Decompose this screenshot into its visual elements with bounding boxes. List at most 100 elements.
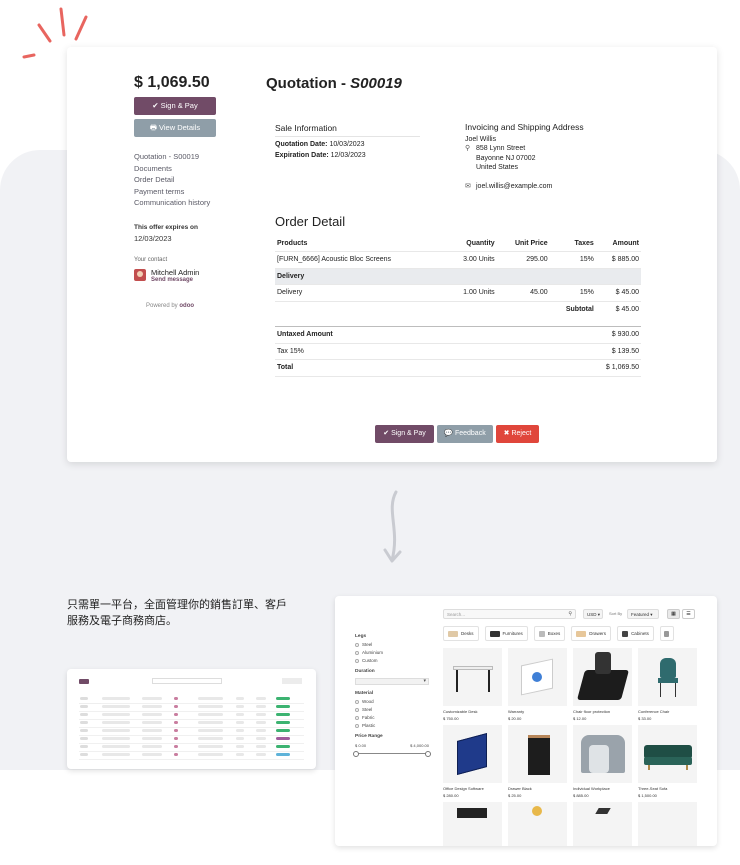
sale-information: Sale Information Quotation Date: 10/03/2… [275, 123, 420, 159]
contact-label: Your contact [134, 256, 168, 263]
sort-select[interactable]: Featured ▾ [627, 609, 659, 619]
quotation-card: $ 1,069.50 ✔ Sign & Pay 🖶 View Details Q… [67, 47, 717, 462]
filter-option[interactable]: Plastic [355, 723, 435, 728]
expiration-date-label: Expiration Date: [275, 152, 329, 159]
nav-quotation[interactable]: Quotation - S00019 [134, 151, 234, 163]
quotation-reference: S00019 [350, 75, 402, 92]
subtotal-row: Subtotal $ 45.00 [275, 301, 641, 318]
box-icon [538, 630, 545, 637]
promo-line-1: 只需單一平台，全面管理你的銷售訂單、客戶 [67, 598, 287, 611]
workplace-pod-image [573, 725, 632, 783]
nav-documents[interactable]: Documents [134, 163, 234, 175]
drawer-image [508, 725, 567, 783]
nav-payment-terms[interactable]: Payment terms [134, 186, 234, 198]
filter-option[interactable]: Custom [355, 658, 435, 663]
customer-name: Joel Willis [465, 135, 497, 143]
footer-sign-pay-button[interactable]: ✔ Sign & Pay [375, 425, 434, 443]
sign-pay-button[interactable]: ✔ Sign & Pay [134, 97, 216, 115]
radio-icon [355, 650, 359, 655]
category-cabinets[interactable]: Cabinets [617, 626, 654, 641]
filter-option[interactable]: Wood [355, 699, 435, 704]
filter-option[interactable]: Steel [355, 707, 435, 712]
table-row [79, 703, 304, 712]
promo-text: 只需單一平台，全面管理你的銷售訂單、客戶 服務及電子商務商店。 [67, 597, 317, 629]
avatar [134, 269, 146, 281]
product-card[interactable]: Office Design Software $ 280.00 [443, 725, 502, 798]
nav-order-detail[interactable]: Order Detail [134, 174, 234, 186]
section-row: Delivery [275, 268, 641, 285]
product-name: Office Design Software [443, 786, 484, 791]
send-message-link[interactable]: Send message [151, 277, 199, 283]
line-tax: 15% [549, 251, 596, 269]
shop-search-input[interactable]: Search... ⚲ [443, 609, 576, 619]
footer-sign-pay-label: Sign & Pay [391, 430, 426, 437]
quotation-date-row: Quotation Date: 10/03/2023 [275, 141, 420, 148]
header-amount: Amount [595, 235, 641, 252]
mini-toolbar [79, 679, 92, 684]
promo-line-2: 服務及電子商務商店。 [67, 614, 177, 627]
header-unit-price: Unit Price [496, 235, 550, 252]
sales-orders-thumbnail [67, 669, 316, 769]
product-image-partial [443, 802, 502, 846]
sign-pay-label: Sign & Pay [160, 101, 198, 110]
software-box-image [443, 725, 502, 783]
reject-button[interactable]: ✖ Reject [496, 425, 539, 443]
product-card[interactable]: Chair floor protection $ 12.00 [573, 648, 632, 721]
side-navigation: Quotation - S00019 Documents Order Detai… [134, 151, 234, 209]
nav-communication-history[interactable]: Communication history [134, 197, 234, 209]
product-card[interactable]: Warranty $ 20.00 [508, 648, 567, 721]
product-name: Three-Seat Sofa [638, 786, 668, 791]
line-amount: $ 45.00 [595, 284, 641, 302]
category-boxes[interactable]: Boxes [533, 626, 566, 641]
table-row [79, 727, 304, 736]
category-drawers[interactable]: Drawers [571, 626, 612, 641]
quotation-date: 10/03/2023 [329, 141, 365, 148]
price-range-slider[interactable] [353, 751, 431, 757]
product-card[interactable]: Customizable Desk $ 750.00 [443, 648, 502, 721]
mini-search-bar [152, 678, 222, 684]
product-card[interactable]: Conference Chair $ 33.00 [638, 648, 697, 721]
category-label: Furnitures [502, 631, 523, 636]
table-row [79, 735, 304, 744]
category-label: Desks [461, 631, 474, 636]
desk-image [443, 648, 502, 706]
currency-select[interactable]: USD ▾ [583, 609, 603, 619]
product-card[interactable]: Three-Seat Sofa $ 1,500.00 [638, 725, 697, 798]
view-details-button[interactable]: 🖶 View Details [134, 119, 216, 137]
line-amount: $ 885.00 [595, 251, 641, 269]
table-row [79, 743, 304, 752]
product-card[interactable] [508, 802, 567, 846]
header-quantity: Quantity [445, 235, 497, 252]
product-name: Individual Workplace [573, 786, 610, 791]
filter-option[interactable]: Fabric [355, 715, 435, 720]
action-buttons: ✔ Sign & Pay 💬 Feedback ✖ Reject [375, 425, 542, 443]
filter-option-label: Custom [362, 658, 378, 663]
product-card[interactable]: Drawer Black $ 25.00 [508, 725, 567, 798]
filter-option[interactable]: Steel [355, 642, 435, 647]
product-card[interactable] [573, 802, 632, 846]
product-name: Customizable Desk [443, 709, 478, 714]
list-view-button[interactable]: ☰ [682, 609, 695, 619]
grid-view-button[interactable]: ▦ [667, 609, 680, 619]
shop-filters: Legs Steel Aluminium Custom Duration Mat… [353, 628, 435, 757]
reject-label: Reject [511, 430, 532, 437]
product-price: $ 1,500.00 [638, 793, 657, 798]
total-label: Total [275, 359, 501, 377]
category-furnitures[interactable]: Furnitures [484, 626, 528, 641]
table-row [79, 695, 304, 704]
product-card[interactable] [638, 802, 697, 846]
untaxed-row: Untaxed Amount $ 930.00 [275, 326, 641, 344]
category-more[interactable] [659, 626, 674, 641]
cabinet-icon [622, 630, 629, 637]
address-line-1: 858 Lynn Street [476, 145, 526, 152]
product-card[interactable]: Individual Workplace $ 885.00 [573, 725, 632, 798]
filter-option[interactable]: Aluminium [355, 650, 435, 655]
contact: Mitchell Admin Send message [134, 268, 234, 283]
customer-email[interactable]: joel.willis@example.com [476, 182, 552, 192]
product-card[interactable] [443, 802, 502, 846]
table-row [79, 751, 304, 760]
untaxed-label: Untaxed Amount [275, 326, 501, 344]
duration-select[interactable] [355, 678, 429, 685]
feedback-button[interactable]: 💬 Feedback [437, 425, 493, 443]
category-desks[interactable]: Desks [443, 626, 479, 641]
